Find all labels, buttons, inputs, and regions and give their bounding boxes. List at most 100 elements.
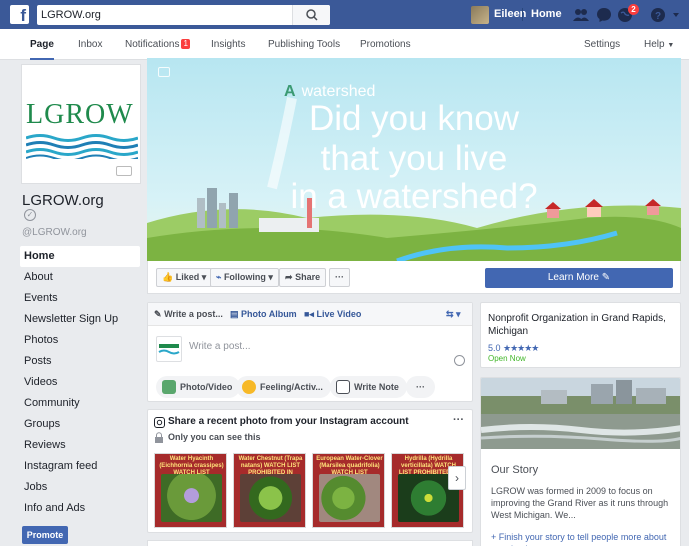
sidebar-item-home[interactable]: Home bbox=[20, 246, 140, 267]
composer-avatar bbox=[156, 336, 182, 362]
tab-write-post[interactable]: ✎ Write a post... bbox=[154, 303, 223, 326]
following-label: Following ▾ bbox=[223, 272, 273, 282]
tab-page[interactable]: Page bbox=[30, 29, 54, 60]
sidebar-item-photos[interactable]: Photos bbox=[20, 330, 140, 351]
rss-icon: ⌁ bbox=[216, 272, 222, 282]
instagram-more-button[interactable]: ··· bbox=[453, 414, 464, 426]
notifications-count-badge: 1 bbox=[181, 39, 190, 49]
sidebar-item-events[interactable]: Events bbox=[20, 288, 140, 309]
messenger-icon[interactable] bbox=[596, 7, 612, 23]
rating-value: 5.0 bbox=[488, 343, 501, 353]
page-nav: Page Inbox Notifications 1 Insights Publi… bbox=[0, 29, 689, 60]
page-actions: 👍 Liked ▾ ⌁ Following ▾ ➦ Share ··· Lear… bbox=[147, 261, 681, 294]
tab-insights[interactable]: Insights bbox=[211, 29, 245, 60]
following-button[interactable]: ⌁ Following ▾ bbox=[210, 268, 279, 287]
lock-icon bbox=[155, 432, 163, 443]
facebook-logo-icon[interactable]: f bbox=[10, 5, 29, 24]
pencil-icon: ✎ bbox=[154, 309, 162, 319]
home-link[interactable]: Home bbox=[531, 0, 562, 29]
note-icon bbox=[336, 380, 350, 394]
tab-help[interactable]: Help ▼ bbox=[644, 29, 674, 60]
liked-button[interactable]: 👍 Liked ▾ bbox=[156, 268, 213, 287]
share-label: Share bbox=[295, 272, 321, 282]
profile-picture[interactable]: LGROW bbox=[21, 64, 141, 184]
search-box bbox=[37, 5, 330, 25]
search-input[interactable] bbox=[41, 7, 291, 23]
instagram-privacy-note: Only you can see this bbox=[168, 432, 261, 442]
thumbs-up-icon: 👍 bbox=[162, 272, 174, 282]
carousel-next-arrow-icon[interactable]: › bbox=[448, 466, 466, 490]
emoji-icon[interactable] bbox=[454, 355, 465, 366]
search-button[interactable] bbox=[292, 5, 330, 25]
write-note-button[interactable]: Write Note bbox=[330, 376, 407, 398]
logo-text: LGROW bbox=[26, 99, 134, 130]
learn-more-button[interactable]: Learn More ✎ bbox=[485, 268, 673, 288]
sidebar-item-reviews[interactable]: Reviews bbox=[20, 435, 140, 456]
pencil-icon: ✎ bbox=[601, 272, 611, 283]
verified-check-icon: ✓ bbox=[24, 209, 36, 221]
instagram-thumb[interactable]: Water Chestnut (Trapa natans) WATCH LIST… bbox=[233, 453, 306, 528]
sidebar-item-about[interactable]: About bbox=[20, 267, 140, 288]
sidebar-item-jobs[interactable]: Jobs bbox=[20, 477, 140, 498]
learn-more-label: Learn More bbox=[547, 272, 599, 283]
tab-help-label: Help bbox=[644, 39, 665, 50]
user-avatar[interactable] bbox=[471, 6, 489, 24]
sidebar-item-posts[interactable]: Posts bbox=[20, 351, 140, 372]
feeling-activity-button[interactable]: Feeling/Activ... bbox=[236, 376, 331, 398]
instagram-thumb[interactable]: European Water-Clover (Marsilea quadrifo… bbox=[312, 453, 385, 528]
live-video-label: Live Video bbox=[316, 309, 362, 319]
left-nav: Home About Events Newsletter Sign Up Pho… bbox=[20, 246, 140, 519]
tab-inbox[interactable]: Inbox bbox=[78, 29, 102, 60]
account-menu-chevron-icon[interactable] bbox=[671, 7, 681, 23]
promote-button[interactable]: Promote bbox=[22, 526, 68, 544]
rating-line[interactable]: 5.0 ★★★★★ bbox=[488, 343, 539, 354]
instagram-thumb[interactable]: Hydrilla (Hydrilla verticillata) WATCH L… bbox=[391, 453, 464, 528]
liked-label: Liked ▾ bbox=[175, 272, 207, 282]
help-icon[interactable]: ? bbox=[650, 7, 666, 23]
camera-icon[interactable] bbox=[116, 166, 132, 176]
story-photo[interactable] bbox=[481, 378, 681, 449]
friend-requests-icon[interactable] bbox=[572, 7, 590, 23]
instagram-title: Share a recent photo from your Instagram… bbox=[168, 416, 409, 427]
open-now-status: Open Now bbox=[488, 354, 526, 363]
sidebar-item-videos[interactable]: Videos bbox=[20, 372, 140, 393]
tab-promotions[interactable]: Promotions bbox=[360, 29, 411, 60]
tab-settings[interactable]: Settings bbox=[584, 29, 620, 60]
cover-headline-3: in a watershed? bbox=[290, 177, 538, 216]
top-bar: f Eileen Home 2 ? bbox=[0, 0, 689, 29]
cover-camera-icon[interactable] bbox=[158, 67, 170, 77]
page-category[interactable]: Nonprofit Organization in Grand Rapids, … bbox=[488, 312, 673, 338]
audience-selector-icon[interactable]: ⇆ ▾ bbox=[446, 303, 461, 326]
write-post-label: Write a post... bbox=[164, 309, 223, 319]
instagram-thumb[interactable]: Water Hyacinth (Eichhornia crassipes) WA… bbox=[154, 453, 227, 528]
composer-input[interactable]: Write a post... bbox=[189, 341, 251, 352]
more-actions-button[interactable]: ··· bbox=[329, 268, 350, 287]
tab-live-video[interactable]: ■◂ Live Video bbox=[304, 303, 361, 326]
tab-photo-album[interactable]: ▤ Photo Album bbox=[230, 303, 297, 326]
photo-video-label: Photo/Video bbox=[180, 382, 233, 392]
sidebar-item-info-and-ads[interactable]: Info and Ads bbox=[20, 498, 140, 519]
page-title: LGROW.org bbox=[22, 192, 104, 209]
sidebar-item-instagram-feed[interactable]: Instagram feed bbox=[20, 456, 140, 477]
thumb-photo bbox=[240, 474, 301, 522]
album-icon: ▤ bbox=[230, 309, 239, 319]
sidebar-item-newsletter[interactable]: Newsletter Sign Up bbox=[20, 309, 140, 330]
sidebar-item-groups[interactable]: Groups bbox=[20, 414, 140, 435]
sidebar-item-community[interactable]: Community bbox=[20, 393, 140, 414]
thumb-photo bbox=[161, 474, 222, 522]
search-icon bbox=[306, 9, 318, 21]
cover-photo[interactable]: Awatershed Did you know that you live in… bbox=[147, 58, 681, 261]
divider bbox=[522, 8, 523, 21]
feeling-label: Feeling/Activ... bbox=[260, 382, 323, 392]
video-camera-icon: ■◂ bbox=[304, 309, 314, 319]
finish-story-link[interactable]: + Finish your story to tell people more … bbox=[491, 531, 675, 546]
tab-publishing-tools[interactable]: Publishing Tools bbox=[268, 29, 340, 60]
tab-notifications[interactable]: Notifications 1 bbox=[125, 29, 190, 60]
notifications-badge: 2 bbox=[628, 4, 639, 15]
photo-video-button[interactable]: Photo/Video bbox=[156, 376, 241, 398]
composer-more-button[interactable]: ··· bbox=[406, 376, 435, 398]
share-button[interactable]: ➦ Share bbox=[279, 268, 327, 287]
instagram-card: Share a recent photo from your Instagram… bbox=[147, 409, 473, 533]
page-handle[interactable]: @LGROW.org bbox=[22, 227, 87, 238]
svg-text:?: ? bbox=[655, 11, 661, 22]
